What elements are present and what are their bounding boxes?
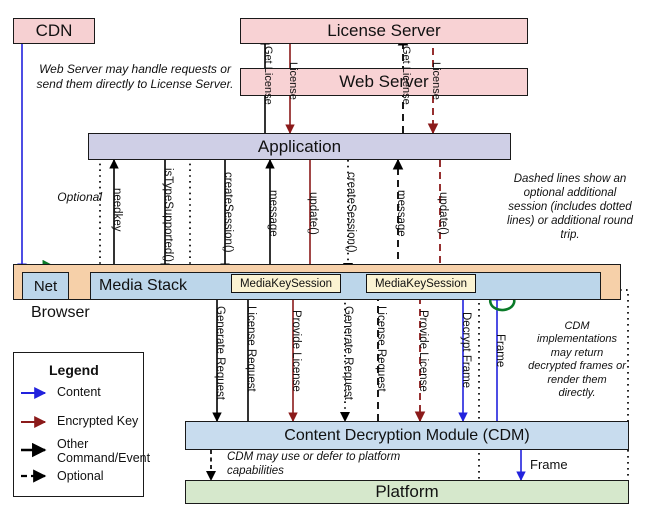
edge-label-generate-request-1: Generate Request xyxy=(214,306,226,400)
node-mediakeysession-2-label: MediaKeySession xyxy=(374,277,468,290)
edge-label-provide-license-1: Provide License xyxy=(290,310,302,392)
edge-label-license-2: License xyxy=(430,62,442,100)
legend-label-other-line1: Other xyxy=(57,437,89,451)
edge-label-message-1: message xyxy=(267,190,279,237)
edge-label-get-license-2: Get License xyxy=(400,46,412,105)
edge-label-createsession-2: createSession() xyxy=(345,172,357,253)
node-cdn[interactable]: CDN xyxy=(13,18,95,44)
node-mediakeysession-1[interactable]: MediaKeySession xyxy=(231,274,341,293)
edge-label-license-request-1: License Request xyxy=(245,306,257,392)
node-net-label: Net xyxy=(33,277,58,295)
legend-label-optional: Optional xyxy=(57,469,104,483)
label-optional: Optional xyxy=(57,190,102,204)
legend-label-other-line2: Command/Event xyxy=(57,451,151,465)
node-cdm-label: Content Decryption Module (CDM) xyxy=(284,426,530,444)
node-license-server-label: License Server xyxy=(327,21,441,40)
node-cdm[interactable]: Content Decryption Module (CDM) xyxy=(185,421,629,450)
edge-label-createsession-1: createSession() xyxy=(222,172,234,253)
node-browser-label: Browser xyxy=(31,304,90,321)
note-web-server: Web Server may handle requests or send t… xyxy=(36,62,234,91)
node-media-stack[interactable]: Media Stack xyxy=(90,272,601,300)
node-application[interactable]: Application xyxy=(88,133,511,160)
edge-label-update-2: update() xyxy=(437,192,449,235)
node-cdn-label: CDN xyxy=(35,21,73,40)
edge-label-message-2: message xyxy=(395,190,407,237)
node-web-server-label: Web Server xyxy=(339,72,429,91)
edge-label-generate-request-2: Generate Request xyxy=(342,306,354,400)
edge-label-get-license-1: Get License xyxy=(262,46,274,105)
edge-label-update-1: update() xyxy=(307,192,319,235)
edge-label-frame-platform: Frame xyxy=(530,457,568,472)
note-cdm-implementations: CDM implementations may return decrypted… xyxy=(528,320,626,400)
note-platform-capabilities: CDM may use or defer to platform capabil… xyxy=(227,451,401,478)
node-web-server[interactable]: Web Server xyxy=(240,68,528,96)
legend-label-encrypted-key: Encrypted Key xyxy=(57,414,139,428)
edge-label-license-1: License xyxy=(287,62,299,100)
edge-label-decrypt-frame: Decrypt Frame xyxy=(460,312,472,389)
node-platform[interactable]: Platform xyxy=(185,480,629,504)
node-mediakeysession-1-label: MediaKeySession xyxy=(239,277,333,290)
node-media-stack-label: Media Stack xyxy=(99,277,188,294)
edge-label-provide-license-2: Provide License xyxy=(417,310,429,392)
node-mediakeysession-2[interactable]: MediaKeySession xyxy=(366,274,476,293)
edge-label-license-request-2: License Request xyxy=(375,306,387,392)
node-platform-label: Platform xyxy=(375,482,439,501)
legend-label-content: Content xyxy=(57,385,101,399)
diagram-canvas: CDN License Server Web Server Applicatio… xyxy=(0,0,650,506)
node-license-server[interactable]: License Server xyxy=(240,18,528,44)
node-application-label: Application xyxy=(257,136,342,156)
edge-label-istypesupported: isTypeSupported() xyxy=(162,168,174,262)
node-net[interactable]: Net xyxy=(22,272,69,300)
edge-label-needkey: needkey xyxy=(111,188,123,232)
note-dashed-lines: Dashed lines show an optional additional… xyxy=(507,173,633,242)
edge-label-frame-up: Frame xyxy=(494,334,506,368)
